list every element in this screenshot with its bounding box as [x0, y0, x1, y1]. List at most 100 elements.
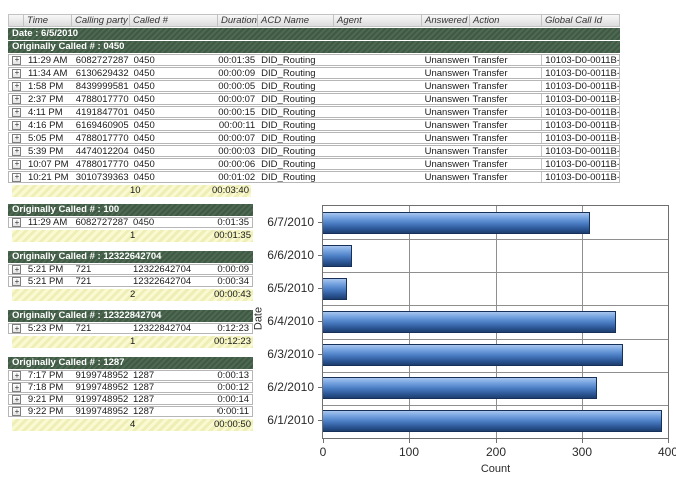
table-row: +11:29 AM6082727287045000:01:35DID_Routi… — [8, 54, 620, 66]
table-row: +7:17 PM9199748952128700:00:13 — [8, 370, 253, 381]
expand-row-button[interactable]: + — [12, 95, 21, 104]
summary-call-count: 1 — [130, 336, 135, 348]
cell-calling: 721 — [72, 277, 130, 286]
expand-cell: + — [9, 159, 25, 169]
cell-acd: DID_Routing — [258, 172, 334, 182]
table-row: +7:18 PM9199748952128700:00:12 — [8, 382, 253, 393]
chart-gridline-horizontal — [323, 372, 668, 373]
y-axis-category-label: 6/1/2010 — [258, 413, 314, 427]
cell-called: 12322642704 — [130, 265, 217, 274]
expand-row-button[interactable]: + — [12, 371, 21, 380]
cell-calling: 6082727287 — [73, 55, 131, 65]
cell-calling: 4788017770 — [73, 159, 131, 169]
group-summary-row: 100:12:23 — [12, 336, 253, 348]
expand-cell: + — [9, 146, 25, 156]
cell-answered: Unanswered — [422, 120, 470, 130]
cell-answered: Unanswered — [422, 172, 470, 182]
expand-row-button[interactable]: + — [12, 265, 21, 274]
cell-called: 0450 — [131, 55, 219, 65]
expand-row-button[interactable]: + — [12, 277, 21, 286]
x-axis-tick-label: 0 — [301, 445, 345, 459]
expand-row-button[interactable]: + — [12, 82, 21, 91]
x-axis-tick — [409, 439, 410, 443]
cell-action: Transfer — [469, 172, 541, 182]
y-axis-tick — [318, 387, 322, 388]
cell-global-id: 10103-D0-0011B-77E — [541, 159, 619, 169]
expand-cell: + — [9, 55, 25, 65]
cell-answered: Unanswered — [422, 159, 470, 169]
cell-time: 4:16 PM — [25, 120, 73, 130]
group-header: Originally Called # : 12322842704 — [8, 310, 253, 322]
expand-row-button[interactable]: + — [12, 407, 21, 416]
cell-agent — [334, 146, 422, 156]
cell-duration: 00:01:02 — [218, 172, 258, 182]
cell-duration: 00:00:09 — [218, 68, 258, 78]
report-section: Originally Called # : 1287+7:17 PM919974… — [8, 357, 253, 431]
column-header-agent: Agent — [334, 14, 422, 27]
expand-row-button[interactable]: + — [12, 383, 21, 392]
table-row: +9:21 PM9199748952128700:00:14 — [8, 394, 253, 405]
cell-called: 0450 — [130, 218, 217, 227]
cell-duration: 00:00:03 — [218, 146, 258, 156]
table-row: +9:22 PM9199748952128700:00:11 — [8, 406, 253, 417]
table-header-row: TimeCalling party #Called #DurationACD N… — [8, 14, 620, 27]
summary-total-duration: 00:01:35 — [214, 230, 251, 242]
column-header-acd-name: ACD Name — [258, 14, 334, 27]
column-header-action: Action — [470, 14, 542, 27]
cell-calling: 9199748952 — [72, 383, 130, 392]
cell-time: 5:23 PM — [25, 324, 73, 333]
group-header-label: Originally Called # : 12322842704 — [12, 310, 161, 321]
y-axis-tick — [318, 321, 322, 322]
expand-row-button[interactable]: + — [12, 108, 21, 117]
x-axis-tick-label: 400 — [646, 445, 676, 459]
expand-row-button[interactable]: + — [12, 134, 21, 143]
expand-row-button[interactable]: + — [12, 160, 21, 169]
cell-called: 1287 — [130, 383, 217, 392]
chart-bar — [323, 278, 347, 300]
cell-duration: 00:12:23 — [217, 324, 252, 333]
report-section: Originally Called # : 100+11:29 AM608272… — [8, 204, 253, 242]
cell-agent — [334, 81, 422, 91]
cell-duration: 00:00:15 — [218, 107, 258, 117]
column-header-called: Called # — [130, 14, 218, 27]
expand-cell: + — [9, 120, 25, 130]
cell-duration: 00:00:07 — [218, 94, 258, 104]
cell-time: 11:29 AM — [25, 55, 73, 65]
expand-row-button[interactable]: + — [12, 69, 21, 78]
cell-duration: 00:00:12 — [217, 383, 252, 392]
cell-duration: 00:00:05 — [218, 81, 258, 91]
cell-called: 12322642704 — [130, 277, 217, 286]
y-axis-tick — [318, 420, 322, 421]
cell-duration: 00:00:14 — [217, 395, 252, 404]
cell-time: 7:18 PM — [25, 383, 73, 392]
cell-time: 10:07 PM — [25, 159, 73, 169]
cell-action: Transfer — [469, 146, 541, 156]
cell-duration: 00:00:34 — [217, 277, 252, 286]
expand-row-button[interactable]: + — [12, 218, 21, 227]
column-header-answered: Answered — [422, 14, 470, 27]
cell-acd: DID_Routing — [258, 120, 334, 130]
column-header-calling-party: Calling party # — [72, 14, 130, 27]
cell-called: 0450 — [131, 159, 219, 169]
column-header-global-call-id: Global Call Id — [542, 14, 620, 27]
expand-row-button[interactable]: + — [12, 395, 21, 404]
cell-action: Transfer — [469, 68, 541, 78]
cell-called: 1287 — [130, 395, 217, 404]
expand-row-button[interactable]: + — [12, 173, 21, 182]
cell-time: 5:21 PM — [25, 277, 73, 286]
cell-global-id: 10103-D0-0011B-773 — [541, 120, 619, 130]
table-row: +10:07 PM4788017770045000:00:06DID_Routi… — [8, 158, 620, 170]
y-axis-category-label: 6/4/2010 — [258, 314, 314, 328]
expand-row-button[interactable]: + — [12, 147, 21, 156]
group-header-label: Originally Called # : 12322642704 — [12, 251, 161, 262]
expand-row-button[interactable]: + — [12, 121, 21, 130]
chart-x-axis-title: Count — [322, 463, 669, 475]
call-table: TimeCalling party #Called #DurationACD N… — [8, 14, 620, 197]
date-group-header: Date : 6/5/2010 — [8, 28, 620, 40]
expand-cell: + — [9, 68, 25, 78]
cell-time: 10:21 PM — [25, 172, 73, 182]
cell-calling: 4191847701 — [73, 107, 131, 117]
expand-row-button[interactable]: + — [12, 56, 21, 65]
expand-row-button[interactable]: + — [12, 324, 21, 333]
cell-answered: Unanswered — [422, 107, 470, 117]
